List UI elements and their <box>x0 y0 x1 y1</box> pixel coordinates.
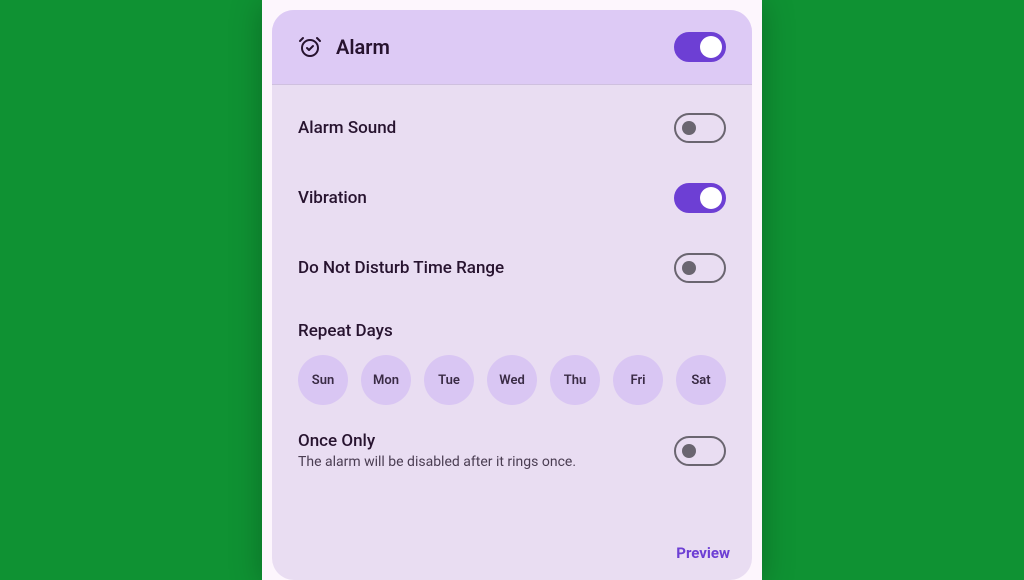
alarm-sound-text: Alarm Sound <box>298 118 674 138</box>
card-footer: Preview <box>272 537 752 580</box>
day-sun[interactable]: Sun <box>298 355 348 405</box>
vibration-text: Vibration <box>298 188 674 208</box>
card-header: Alarm <box>272 10 752 85</box>
alarm-settings-card: Alarm Alarm Sound Vibration Do Not Distu… <box>272 10 752 580</box>
card-body: Alarm Sound Vibration Do Not Disturb Tim… <box>272 85 752 537</box>
alarm-clock-icon <box>298 35 322 59</box>
phone-frame: Alarm Alarm Sound Vibration Do Not Distu… <box>262 0 762 580</box>
once-only-label: Once Only <box>298 431 674 451</box>
day-mon[interactable]: Mon <box>361 355 411 405</box>
day-thu[interactable]: Thu <box>550 355 600 405</box>
dnd-row: Do Not Disturb Time Range <box>298 233 726 303</box>
vibration-row: Vibration <box>298 163 726 233</box>
vibration-label: Vibration <box>298 188 674 208</box>
day-fri[interactable]: Fri <box>613 355 663 405</box>
day-wed[interactable]: Wed <box>487 355 537 405</box>
once-only-toggle[interactable] <box>674 436 726 466</box>
day-tue[interactable]: Tue <box>424 355 474 405</box>
vibration-toggle[interactable] <box>674 183 726 213</box>
dnd-toggle[interactable] <box>674 253 726 283</box>
alarm-sound-toggle[interactable] <box>674 113 726 143</box>
alarm-sound-label: Alarm Sound <box>298 118 674 138</box>
repeat-days-label: Repeat Days <box>298 303 726 355</box>
preview-button[interactable]: Preview <box>676 544 730 562</box>
once-only-row: Once Only The alarm will be disabled aft… <box>298 405 726 476</box>
dnd-text: Do Not Disturb Time Range <box>298 258 674 278</box>
alarm-sound-row: Alarm Sound <box>298 93 726 163</box>
day-sat[interactable]: Sat <box>676 355 726 405</box>
master-alarm-toggle[interactable] <box>674 32 726 62</box>
card-title: Alarm <box>336 35 674 59</box>
repeat-days-group: Sun Mon Tue Wed Thu Fri Sat <box>298 355 726 405</box>
once-only-subtitle: The alarm will be disabled after it ring… <box>298 454 674 470</box>
once-only-text: Once Only The alarm will be disabled aft… <box>298 431 674 470</box>
dnd-label: Do Not Disturb Time Range <box>298 258 674 278</box>
